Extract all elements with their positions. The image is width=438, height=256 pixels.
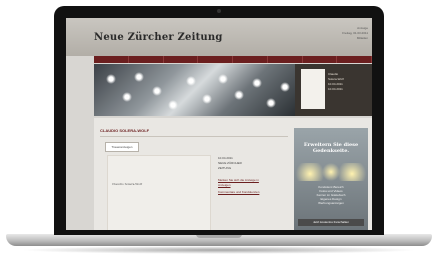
save-link[interactable]: Anzeigen — [218, 183, 280, 187]
site-logo[interactable]: Neue Zürcher Zeitung — [94, 32, 223, 43]
candles-image — [296, 163, 366, 181]
header-link[interactable]: Mitteilen — [328, 36, 368, 41]
divider — [100, 136, 288, 137]
nav-item[interactable] — [268, 56, 303, 63]
ad-feature: Werbungsanzeigen — [318, 201, 344, 205]
screen: Neue Zürcher Zeitung Anzeige Freitag, 01… — [66, 18, 372, 230]
laptop-shadow — [20, 246, 418, 254]
unlock-button[interactable]: Jetzt kostenlos freischalten — [298, 219, 364, 226]
nav-item[interactable] — [233, 56, 268, 63]
ad-title: Erweitern Sie diese Gedenkseite. — [303, 142, 359, 154]
nav-item[interactable] — [303, 56, 338, 63]
side-line: 10.04.2011 — [328, 87, 343, 91]
notice-name: Claudio Solera-Wolf — [112, 182, 143, 186]
page-title: CLAUDIO SOLERA-WOLF — [100, 128, 150, 133]
nav-item[interactable] — [337, 56, 372, 63]
comments-link[interactable]: Kommentare und Kondolenzen — [218, 190, 280, 194]
hero-side-text: Claudio Solera-Wolf 10.04.2011 10.04.201… — [328, 72, 368, 92]
hero-image — [94, 64, 295, 116]
memorial-photo — [301, 69, 325, 109]
nav-item[interactable] — [94, 56, 129, 63]
meta-source: ZEITUNG — [218, 166, 232, 170]
save-link[interactable]: Merken Sie sich die Anzeige in — [218, 178, 280, 182]
traueranzeigen-button[interactable]: Traueranzeigen — [105, 142, 139, 152]
nav-item[interactable] — [198, 56, 233, 63]
main-nav — [94, 56, 372, 63]
header-utility: Anzeige Freitag, 01.03.2011 Mitteilen — [328, 26, 368, 41]
notice-meta: 10.04.2011 NEUE ZÜRCHER ZEITUNG — [218, 156, 280, 171]
nav-item[interactable] — [164, 56, 199, 63]
obituary-notice[interactable] — [107, 155, 211, 230]
ad-features: Kondolenz-Bereich Fotos und Videos Kerze… — [296, 185, 366, 205]
camera-icon — [217, 9, 221, 13]
nav-item[interactable] — [129, 56, 164, 63]
